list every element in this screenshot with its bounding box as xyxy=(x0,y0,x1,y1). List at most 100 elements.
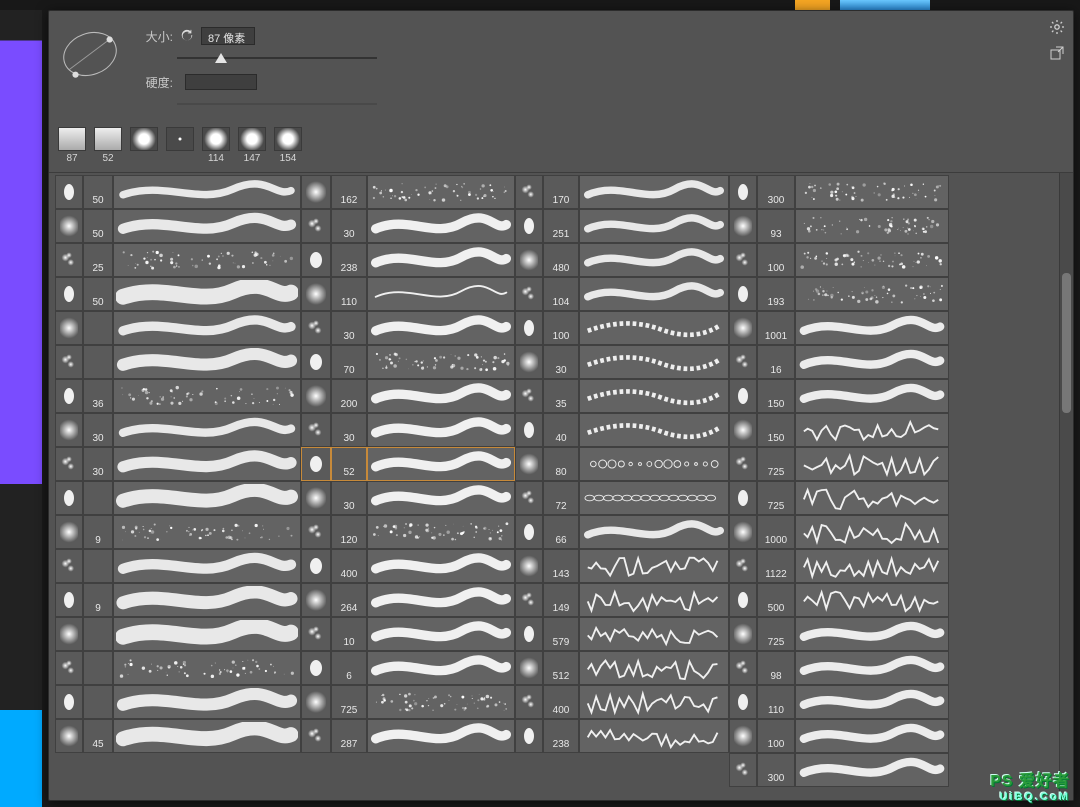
brush-tip-thumb[interactable] xyxy=(515,481,543,515)
brush-stroke-preview[interactable] xyxy=(795,379,949,413)
brush-stroke-preview[interactable] xyxy=(795,651,949,685)
gear-icon[interactable] xyxy=(1049,19,1065,35)
brush-tip-thumb[interactable] xyxy=(55,515,83,549)
brush-stroke-preview[interactable] xyxy=(579,651,729,685)
brush-tip-thumb[interactable] xyxy=(515,345,543,379)
brush-tip-thumb[interactable] xyxy=(301,345,331,379)
brush-tip-thumb[interactable] xyxy=(301,549,331,583)
brush-stroke-preview[interactable] xyxy=(367,719,515,753)
brush-stroke-preview[interactable] xyxy=(367,515,515,549)
brush-stroke-preview[interactable] xyxy=(113,651,301,685)
brush-tip-thumb[interactable] xyxy=(729,175,757,209)
brush-stroke-preview[interactable] xyxy=(367,345,515,379)
brush-tip-thumb[interactable] xyxy=(515,685,543,719)
brush-stroke-preview[interactable] xyxy=(579,515,729,549)
hardness-slider[interactable] xyxy=(177,97,377,111)
brush-stroke-preview[interactable] xyxy=(113,243,301,277)
vertical-scrollbar[interactable] xyxy=(1059,173,1073,800)
brush-tip-thumb[interactable] xyxy=(301,277,331,311)
brush-tip-thumb[interactable] xyxy=(515,209,543,243)
brush-tip-thumb[interactable] xyxy=(301,617,331,651)
brush-stroke-preview[interactable] xyxy=(795,753,949,787)
brush-tip-thumb[interactable] xyxy=(55,447,83,481)
brush-stroke-preview[interactable] xyxy=(579,175,729,209)
brush-stroke-preview[interactable] xyxy=(795,345,949,379)
hardness-input[interactable] xyxy=(185,74,257,90)
brush-tip-thumb[interactable] xyxy=(301,175,331,209)
brush-tip-thumb[interactable] xyxy=(301,379,331,413)
brush-stroke-preview[interactable] xyxy=(795,617,949,651)
brush-tip-thumb[interactable] xyxy=(55,685,83,719)
brush-tip-thumb[interactable] xyxy=(729,379,757,413)
recent-brush[interactable] xyxy=(165,127,195,164)
recent-brush[interactable]: 87 xyxy=(57,127,87,164)
brush-stroke-preview[interactable] xyxy=(579,447,729,481)
brush-tip-thumb[interactable] xyxy=(55,175,83,209)
reset-size-icon[interactable] xyxy=(179,28,195,44)
brush-tip-thumb[interactable] xyxy=(55,311,83,345)
brush-stroke-preview[interactable] xyxy=(113,175,301,209)
brush-tip-thumb[interactable] xyxy=(301,583,331,617)
brush-stroke-preview[interactable] xyxy=(579,277,729,311)
brush-tip-thumb[interactable] xyxy=(55,651,83,685)
brush-tip-thumb[interactable] xyxy=(301,413,331,447)
brush-tip-thumb[interactable] xyxy=(729,413,757,447)
brush-stroke-preview[interactable] xyxy=(795,549,949,583)
brush-stroke-preview[interactable] xyxy=(795,685,949,719)
brush-stroke-preview[interactable] xyxy=(795,311,949,345)
brush-tip-thumb[interactable] xyxy=(729,311,757,345)
brush-tip-thumb[interactable] xyxy=(55,243,83,277)
brush-stroke-preview[interactable] xyxy=(795,209,949,243)
brush-tip-thumb[interactable] xyxy=(55,277,83,311)
brush-stroke-preview[interactable] xyxy=(113,447,301,481)
brush-tip-thumb[interactable] xyxy=(301,651,331,685)
brush-stroke-preview[interactable] xyxy=(113,583,301,617)
brush-stroke-preview[interactable] xyxy=(579,617,729,651)
brush-tip-thumb[interactable] xyxy=(729,345,757,379)
brush-tip-thumb[interactable] xyxy=(55,345,83,379)
brush-stroke-preview[interactable] xyxy=(795,243,949,277)
recent-brush[interactable]: 52 xyxy=(93,127,123,164)
recent-brush[interactable]: 154 xyxy=(273,127,303,164)
brush-tip-thumb[interactable] xyxy=(55,481,83,515)
brush-tip-thumb[interactable] xyxy=(729,719,757,753)
brush-tip-thumb[interactable] xyxy=(301,311,331,345)
brush-stroke-preview[interactable] xyxy=(113,685,301,719)
brush-tip-thumb[interactable] xyxy=(301,481,331,515)
size-input[interactable]: 87 像素 xyxy=(201,27,255,45)
brush-tip-thumb[interactable] xyxy=(55,413,83,447)
brush-stroke-preview[interactable] xyxy=(113,515,301,549)
brush-stroke-preview[interactable] xyxy=(113,209,301,243)
brush-tip-thumb[interactable] xyxy=(301,515,331,549)
brush-tip-thumb[interactable] xyxy=(729,243,757,277)
brush-angle-control[interactable] xyxy=(59,23,121,85)
brush-stroke-preview[interactable] xyxy=(367,549,515,583)
brush-tip-thumb[interactable] xyxy=(729,583,757,617)
brush-stroke-preview[interactable] xyxy=(579,685,729,719)
brush-stroke-preview[interactable] xyxy=(795,583,949,617)
brush-stroke-preview[interactable] xyxy=(579,345,729,379)
size-slider[interactable] xyxy=(177,51,377,65)
brush-tip-thumb[interactable] xyxy=(729,515,757,549)
pop-out-icon[interactable] xyxy=(1049,45,1065,61)
recent-brush[interactable]: 114 xyxy=(201,127,231,164)
brush-tip-thumb[interactable] xyxy=(515,447,543,481)
brush-stroke-preview[interactable] xyxy=(795,277,949,311)
brush-tip-thumb[interactable] xyxy=(55,583,83,617)
brush-stroke-preview[interactable] xyxy=(579,243,729,277)
brush-stroke-preview[interactable] xyxy=(795,515,949,549)
brush-tip-thumb[interactable] xyxy=(729,549,757,583)
brush-stroke-preview[interactable] xyxy=(579,583,729,617)
brush-stroke-preview[interactable] xyxy=(113,413,301,447)
brush-stroke-preview[interactable] xyxy=(795,481,949,515)
brush-tip-thumb[interactable] xyxy=(515,175,543,209)
brush-tip-thumb[interactable] xyxy=(55,379,83,413)
brush-stroke-preview[interactable] xyxy=(367,277,515,311)
brush-tip-thumb[interactable] xyxy=(515,311,543,345)
brush-tip-thumb[interactable] xyxy=(729,277,757,311)
brush-stroke-preview[interactable] xyxy=(579,549,729,583)
brush-stroke-preview[interactable] xyxy=(367,243,515,277)
brush-tip-thumb[interactable] xyxy=(515,617,543,651)
brush-stroke-preview[interactable] xyxy=(579,311,729,345)
brush-tip-thumb[interactable] xyxy=(515,583,543,617)
